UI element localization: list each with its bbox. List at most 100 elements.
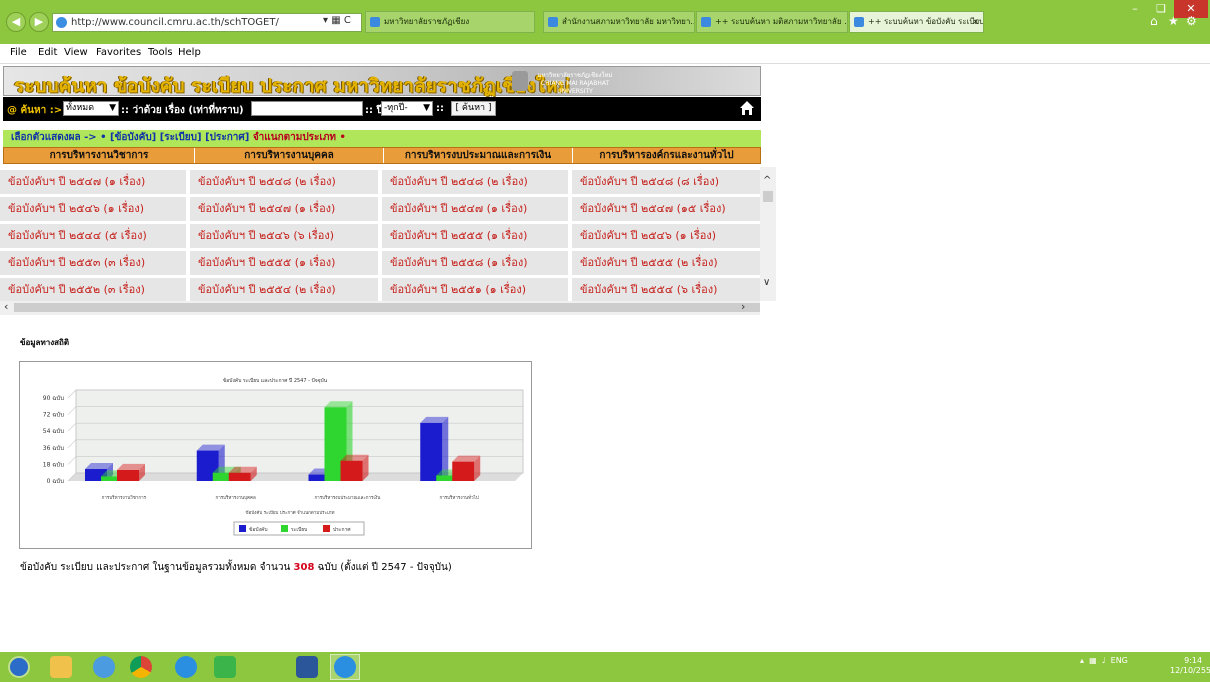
clock-time: 9:14 [1184, 656, 1203, 665]
grid-link[interactable]: ข้อบังคับฯ ปี ๒๕๔๗ (๑ เรื่อง) [0, 170, 186, 194]
bar-chart-svg: ข้อบังคับ ระเบียบ และประกาศ ปี 2547 - ปั… [43, 377, 524, 536]
x-tick-label: การบริหารงานทั่วไป [439, 494, 478, 501]
tab-4-active[interactable]: ++ ระบบค้นหา ข้อบังคับ ระเบียบ... × [849, 11, 984, 33]
type-select-value: ทั้งหมด [66, 103, 95, 113]
scroll-up-icon[interactable]: ^ [763, 175, 771, 186]
grid-link[interactable]: ข้อบังคับฯ ปี ๒๕๔๖ (๖ เรื่อง) [190, 224, 378, 248]
internet-explorer-icon[interactable] [175, 656, 197, 678]
grid-link[interactable]: ข้อบังคับฯ ปี ๒๕๔๗ (๑ เรื่อง) [190, 197, 378, 221]
scroll-right-icon[interactable]: › [741, 300, 745, 313]
address-tools[interactable]: ▾ ▦ C [323, 15, 351, 26]
menu-tools[interactable]: Tools [148, 47, 173, 58]
back-button[interactable]: ◀ [6, 12, 26, 32]
grid-link[interactable]: ข้อบังคับฯ ปี ๒๕๔๖ (๑ เรื่อง) [0, 197, 186, 221]
home-toolbar-icon[interactable]: ⌂ [1150, 14, 1158, 28]
search-bar: @ ค้นหา :> ทั้งหมด ▼ :: ว่าด้วย เรื่อง (… [3, 97, 761, 121]
browser-titlebar: ◀ ▶ http://www.council.cmru.ac.th/schTOG… [0, 0, 1210, 44]
display-by-category-link[interactable]: จำแนกตามประเภท • [253, 132, 346, 143]
file-explorer-icon[interactable] [50, 656, 72, 678]
menu-view[interactable]: View [64, 47, 88, 58]
gridline-side [67, 389, 77, 399]
minimize-button[interactable]: – [1122, 0, 1148, 18]
clock[interactable]: 9:14 12/10/2558 [1170, 656, 1210, 676]
settings-gear-icon[interactable]: ⚙ [1186, 14, 1197, 28]
grid-link[interactable]: ข้อบังคับฯ ปี ๒๕๕๘ (๑ เรื่อง) [382, 251, 568, 275]
tab-4-label: ++ ระบบค้นหา ข้อบังคับ ระเบียบ... [868, 17, 984, 26]
word-icon[interactable] [296, 656, 318, 678]
volume-icon: ♩ [1101, 656, 1106, 665]
internet-explorer-active-icon[interactable] [334, 656, 356, 678]
forward-button[interactable]: ▶ [29, 12, 49, 32]
legend-swatch [239, 525, 246, 532]
chrome-icon[interactable] [130, 656, 152, 678]
bar-3 [340, 460, 363, 481]
menu-bar: File Edit View Favorites Tools Help [0, 44, 1210, 64]
grid-link[interactable]: ข้อบังคับฯ ปี ๒๕๔๘ (๘ เรื่อง) [572, 170, 760, 194]
summary-before: ข้อบังคับ ระเบียบ และประกาศ ในฐานข้อมูลร… [20, 562, 291, 573]
grid-link[interactable]: ข้อบังคับฯ ปี ๒๕๕๒ (๓ เรื่อง) [0, 278, 186, 301]
grid-link[interactable]: ข้อบังคับฯ ปี ๒๕๔๘ (๒ เรื่อง) [382, 170, 568, 194]
tab-1[interactable]: มหาวิทยาลัยราชภัฏเชียง [365, 11, 535, 33]
search-label: @ ค้นหา :> [7, 105, 63, 116]
grid-horizontal-scrollbar[interactable]: ‹ › [0, 300, 760, 315]
grid-link[interactable]: ข้อบังคับฯ ปี ๒๕๕๔ (๒ เรื่อง) [190, 278, 378, 301]
year-select[interactable]: -ทุกปี- ▼ [381, 101, 433, 116]
menu-file[interactable]: File [10, 47, 27, 58]
x-tick-label: การบริหารงานวิชาการ [102, 495, 147, 501]
summary-after: ฉบับ (ตั้งแต่ ปี 2547 - ปัจจุบัน) [317, 562, 452, 573]
y-tick-label: 72 ฉบับ [43, 412, 64, 419]
grid-link[interactable]: ข้อบังคับฯ ปี ๒๕๔๗ (๑๕ เรื่อง) [572, 197, 760, 221]
keyword-input[interactable] [251, 101, 363, 116]
network-icon: ▦ [1089, 656, 1097, 665]
tab-2-label: สำนักงานสภามหาวิทยาลัย มหาวิทยา... [562, 17, 695, 26]
app-icon[interactable] [93, 656, 115, 678]
bar-1 [420, 422, 443, 481]
grid-vertical-scrollbar[interactable]: ^ ∨ [760, 167, 776, 301]
scroll-thumb[interactable] [763, 191, 773, 202]
scroll-down-icon[interactable]: ∨ [763, 277, 770, 288]
grid-link[interactable]: ข้อบังคับฯ ปี ๒๕๔๖ (๑ เรื่อง) [572, 224, 760, 248]
menu-favorites[interactable]: Favorites [96, 47, 141, 58]
tab-3[interactable]: ++ ระบบค้นหา มติสภามหาวิทยาลัย ... [696, 11, 848, 33]
grid-link[interactable]: ข้อบังคับฯ ปี ๒๕๔๔ (๕ เรื่อง) [0, 224, 186, 248]
tab-close-icon[interactable]: × [972, 12, 979, 32]
scroll-left-icon[interactable]: ‹ [4, 300, 8, 313]
grid-link[interactable]: ข้อบังคับฯ ปี ๒๕๕๕ (๒ เรื่อง) [572, 251, 760, 275]
search-button[interactable]: [ ค้นหา ] [451, 101, 496, 116]
tab-page-icon [370, 17, 380, 27]
tab-page-icon [701, 17, 711, 27]
menu-edit[interactable]: Edit [38, 47, 57, 58]
grid-link[interactable]: ข้อบังคับฯ ปี ๒๕๕๑ (๑ เรื่อง) [382, 278, 568, 301]
favorites-star-icon[interactable]: ★ [1168, 14, 1179, 28]
grid-link[interactable]: ข้อบังคับฯ ปี ๒๕๔๗ (๑ เรื่อง) [382, 197, 568, 221]
banner-subtitle: มหาวิทยาลัยราชภัฏเชียงใหม่ CHIANG MAI RA… [537, 72, 613, 95]
type-select[interactable]: ทั้งหมด ▼ [63, 101, 119, 116]
chevron-down-icon: ▼ [109, 103, 116, 113]
home-icon[interactable] [739, 100, 755, 116]
grid-link[interactable]: ข้อบังคับฯ ปี ๒๕๕๔ (๖ เรื่อง) [572, 278, 760, 301]
grid-link[interactable]: ข้อบังคับฯ ปี ๒๕๕๕ (๑ เรื่อง) [190, 251, 378, 275]
tab-2[interactable]: สำนักงานสภามหาวิทยาลัย มหาวิทยา... [543, 11, 695, 33]
start-button-icon[interactable] [8, 656, 30, 678]
grid-link[interactable]: ข้อบังคับฯ ปี ๒๕๕๕ (๑ เรื่อง) [382, 224, 568, 248]
menu-help[interactable]: Help [178, 47, 201, 58]
column-header-general: การบริหารองค์กรและงานทั่วไป [599, 150, 734, 161]
legend-label: ระเบียบ [291, 526, 307, 533]
scroll-thumb[interactable] [14, 303, 760, 312]
address-url: http://www.council.cmru.ac.th/schTOGET/ [71, 17, 279, 28]
regulations-grid: ข้อบังคับฯ ปี ๒๕๔๗ (๑ เรื่อง) ข้อบังคับฯ… [0, 167, 760, 301]
statistics-chart: ข้อบังคับ ระเบียบ และประกาศ ปี 2547 - ปั… [19, 361, 532, 549]
x-axis-label: ข้อบังคับ ระเบียบ ประกาศ จำแนกตามประเภท [246, 509, 335, 516]
display-type-links[interactable]: [ข้อบังคับ] [ระเบียบ] [ประกาศ] [110, 132, 249, 143]
system-tray[interactable]: ▴ ▦ ♩ ENG [1080, 656, 1128, 665]
x-tick-label: การบริหารงานบุคคล [215, 495, 256, 501]
x-tick-label: การบริหารงบประมาณและการเงิน [314, 495, 380, 501]
address-bar[interactable]: http://www.council.cmru.ac.th/schTOGET/ [52, 13, 362, 32]
y-tick-label: 90 ฉบับ [43, 395, 64, 402]
university-logo [512, 71, 528, 91]
grid-link[interactable]: ข้อบังคับฯ ปี ๒๕๔๘ (๒ เรื่อง) [190, 170, 378, 194]
legend-label: ประกาศ [333, 527, 351, 533]
line-app-icon[interactable] [214, 656, 236, 678]
gridline-side [67, 456, 77, 465]
grid-link[interactable]: ข้อบังคับฯ ปี ๒๕๕๓ (๓ เรื่อง) [0, 251, 186, 275]
